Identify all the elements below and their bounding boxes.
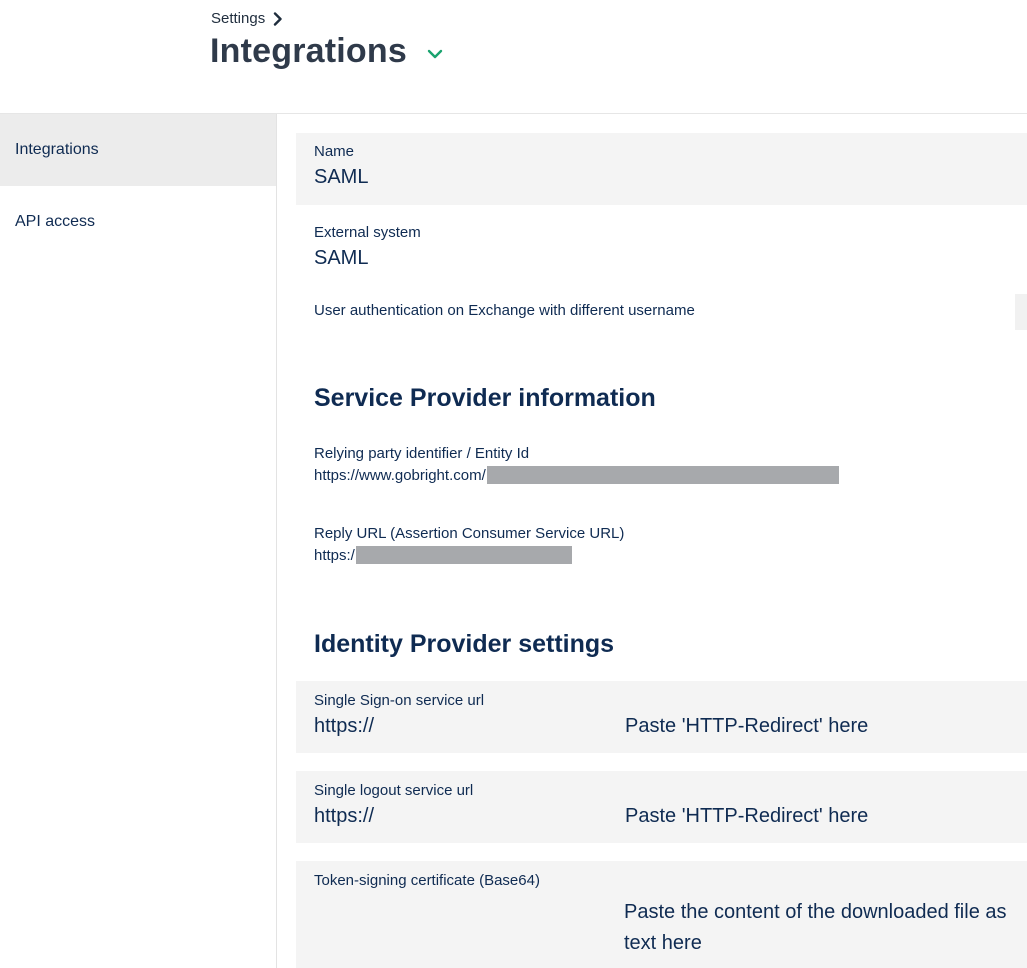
chevron-right-icon bbox=[273, 11, 283, 26]
reply-url-field: Reply URL (Assertion Consumer Service UR… bbox=[296, 525, 1027, 564]
sso-url-hint: Paste 'HTTP-Redirect' here bbox=[625, 715, 869, 737]
reply-url-value-row: https:/ bbox=[314, 546, 1027, 564]
breadcrumb[interactable]: Settings bbox=[211, 10, 283, 27]
name-value[interactable]: SAML bbox=[314, 166, 1027, 189]
slo-url-label: Single logout service url bbox=[314, 782, 474, 799]
sso-url-input[interactable]: https:// Paste 'HTTP-Redirect' here bbox=[314, 715, 1027, 738]
slo-url-input[interactable]: https:// Paste 'HTTP-Redirect' here bbox=[314, 805, 1027, 828]
sidebar-item-api-access[interactable]: API access bbox=[0, 186, 276, 258]
page-header: Settings Integrations bbox=[0, 0, 1027, 114]
breadcrumb-settings[interactable]: Settings bbox=[211, 10, 265, 27]
sidebar: Integrations API access bbox=[0, 114, 277, 968]
exchange-auth-field: User authentication on Exchange with dif… bbox=[296, 302, 1027, 332]
integration-form: Name SAML External system SAML User auth… bbox=[296, 114, 1027, 968]
sso-url-value[interactable]: https:// bbox=[314, 715, 625, 738]
page-title-wrap: Integrations bbox=[210, 32, 443, 71]
name-label: Name bbox=[314, 143, 355, 160]
slo-url-field[interactable]: Single logout service url https:// Paste… bbox=[296, 771, 1027, 843]
chevron-down-icon[interactable] bbox=[427, 49, 443, 59]
exchange-auth-toggle[interactable] bbox=[1015, 294, 1027, 330]
sidebar-item-label: API access bbox=[15, 213, 96, 230]
certificate-hint: Paste the content of the downloaded file… bbox=[624, 901, 1007, 954]
slo-url-hint: Paste 'HTTP-Redirect' here bbox=[625, 805, 869, 827]
certificate-field[interactable]: Token-signing certificate (Base64) Paste… bbox=[296, 861, 1027, 968]
redacted-block bbox=[355, 546, 572, 564]
identity-provider-heading: Identity Provider settings bbox=[314, 630, 615, 658]
sidebar-item-label: Integrations bbox=[15, 141, 99, 158]
entity-id-value: https://www.gobright.com/ bbox=[314, 466, 486, 484]
reply-url-label: Reply URL (Assertion Consumer Service UR… bbox=[314, 525, 625, 542]
entity-id-label: Relying party identifier / Entity Id bbox=[314, 445, 530, 462]
sso-url-field[interactable]: Single Sign-on service url https:// Past… bbox=[296, 681, 1027, 753]
sidebar-item-integrations[interactable]: Integrations bbox=[0, 114, 276, 186]
service-provider-heading: Service Provider information bbox=[314, 384, 656, 412]
entity-id-value-row: https://www.gobright.com/ bbox=[314, 466, 1027, 484]
slo-url-value[interactable]: https:// bbox=[314, 805, 625, 828]
reply-url-value: https:/ bbox=[314, 546, 355, 564]
name-field[interactable]: Name SAML bbox=[296, 133, 1027, 205]
sso-url-label: Single Sign-on service url bbox=[314, 692, 485, 709]
certificate-label: Token-signing certificate (Base64) bbox=[314, 872, 540, 889]
entity-id-field: Relying party identifier / Entity Id htt… bbox=[296, 445, 1027, 484]
redacted-block bbox=[486, 466, 839, 484]
exchange-auth-label: User authentication on Exchange with dif… bbox=[314, 302, 695, 319]
page-title: Integrations bbox=[210, 32, 407, 70]
external-system-value[interactable]: SAML bbox=[314, 247, 1027, 270]
external-system-field[interactable]: External system SAML bbox=[296, 214, 1027, 286]
external-system-label: External system bbox=[314, 224, 421, 241]
